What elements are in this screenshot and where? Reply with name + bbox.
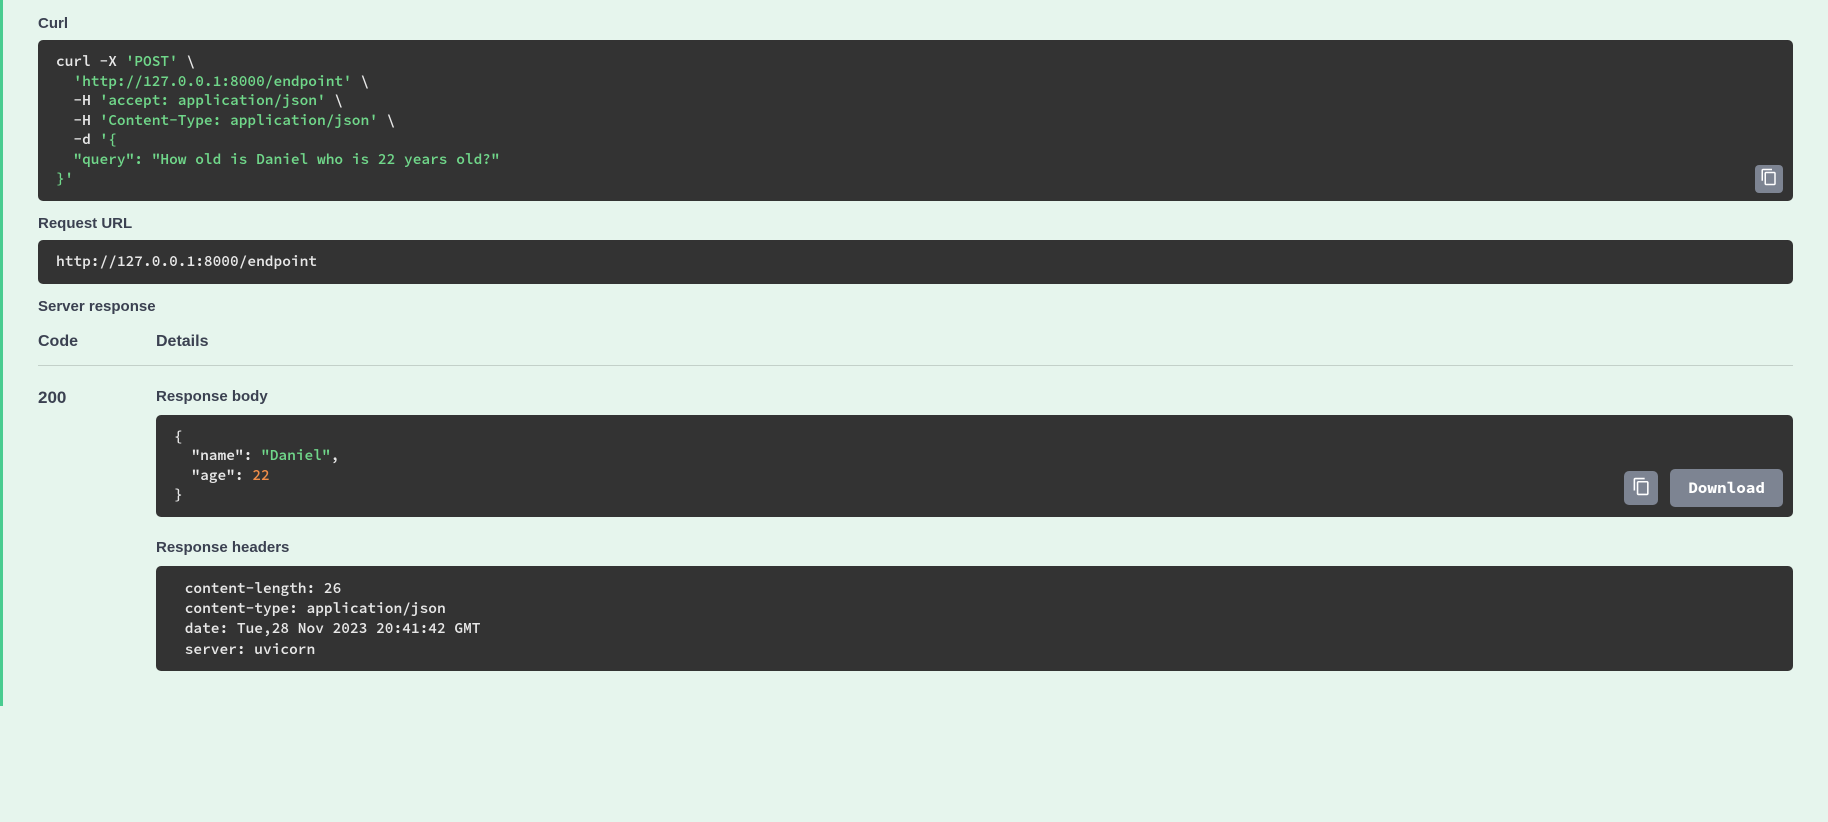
curl-label: Curl xyxy=(38,15,1793,32)
response-headers-text: content-length: 26 content-type: applica… xyxy=(176,579,489,658)
request-url-block: http://127.0.0.1:8000/endpoint xyxy=(38,240,1793,284)
request-url-label: Request URL xyxy=(38,215,1793,232)
response-headers-label: Response headers xyxy=(156,539,1793,556)
response-body-label: Response body xyxy=(156,388,1793,405)
response-details: Response body { "name": "Daniel", "age":… xyxy=(156,388,1793,671)
copy-response-button[interactable] xyxy=(1624,471,1658,505)
response-row: 200 Response body { "name": "Daniel", "a… xyxy=(38,366,1793,671)
response-body-block: { "name": "Daniel", "age": 22 } Download xyxy=(156,415,1793,517)
server-response-label: Server response xyxy=(38,298,1793,315)
response-body-text: { "name": "Daniel", "age": 22 } xyxy=(174,427,339,504)
response-headers-block: content-length: 26 content-type: applica… xyxy=(156,566,1793,671)
response-table-header: Code Details xyxy=(38,323,1793,366)
response-container: Curl curl -X 'POST' \ 'http://127.0.0.1:… xyxy=(3,0,1828,671)
code-header: Code xyxy=(38,333,156,351)
request-url-text: http://127.0.0.1:8000/endpoint xyxy=(56,252,317,270)
details-header: Details xyxy=(156,333,208,351)
response-actions: Download xyxy=(1624,469,1783,507)
clipboard-icon xyxy=(1760,168,1778,189)
copy-curl-button[interactable] xyxy=(1755,165,1783,193)
curl-text: curl -X 'POST' \ 'http://127.0.0.1:8000/… xyxy=(56,52,500,187)
clipboard-icon xyxy=(1632,477,1651,499)
download-button[interactable]: Download xyxy=(1670,469,1783,507)
status-code: 200 xyxy=(38,388,156,671)
curl-block: curl -X 'POST' \ 'http://127.0.0.1:8000/… xyxy=(38,40,1793,201)
